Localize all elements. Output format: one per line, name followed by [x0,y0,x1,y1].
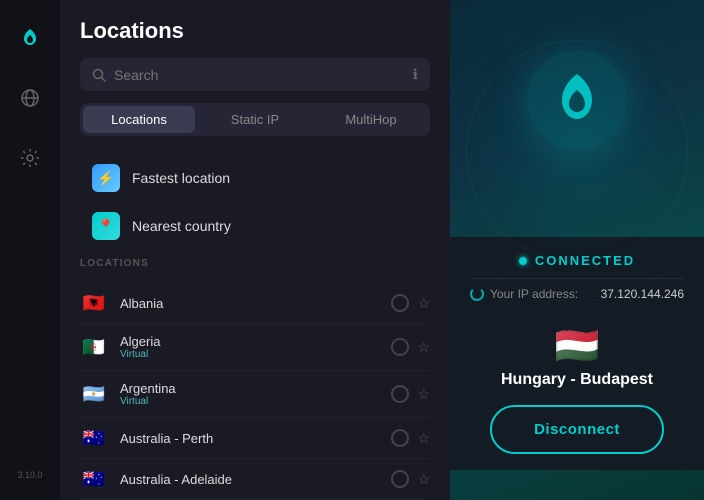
location-name: Argentina [120,381,379,396]
country-name: Hungary - Budapest [490,371,664,389]
fastest-location-icon: ⚡ [92,164,120,192]
country-flag-large: 🇭🇺 [490,325,664,367]
tab-static-ip[interactable]: Static IP [199,106,311,133]
location-list: 🇦🇱 Albania ☆ 🇩🇿 Algeria Virtual ☆ 🇦🇷 [60,283,450,500]
sidebar-icon-globe[interactable] [12,80,48,116]
select-radio[interactable] [391,385,409,403]
albania-flag: 🇦🇱 [80,293,108,313]
favorite-star[interactable]: ☆ [417,386,430,403]
nearest-country-item[interactable]: 📍 Nearest country [80,202,430,250]
australia-perth-flag: 🇦🇺 [80,428,108,448]
surfshark-logo-svg [552,70,602,130]
search-icon [92,68,106,82]
list-item[interactable]: 🇦🇱 Albania ☆ [80,283,430,324]
quick-connect-section: ⚡ Fastest location 📍 Nearest country [60,146,450,258]
algeria-flag: 🇩🇿 [80,337,108,357]
left-panel: Locations ℹ Locations Static IP MultiHop… [60,0,450,500]
list-item[interactable]: 🇦🇺 Australia - Adelaide ☆ [80,459,430,500]
refresh-icon[interactable] [470,287,484,301]
sidebar: 3.10.0 [0,0,60,500]
favorite-star[interactable]: ☆ [417,295,430,312]
ip-label: Your IP address: [470,287,578,301]
list-item[interactable]: 🇦🇷 Argentina Virtual ☆ [80,371,430,418]
locations-section-label: LOCATIONS [80,258,430,269]
panel-header: Locations ℹ Locations Static IP MultiHop [60,0,450,146]
tabs-bar: Locations Static IP MultiHop [80,103,430,136]
ip-row: Your IP address: 37.120.144.246 [470,278,684,309]
location-tag: Virtual [120,349,379,360]
location-name: Algeria [120,334,379,349]
location-tag: Virtual [120,396,379,407]
australia-adelaide-flag: 🇦🇺 [80,469,108,489]
select-radio[interactable] [391,470,409,488]
connected-location: 🇭🇺 Hungary - Budapest [470,309,684,405]
sidebar-icon-surfshark[interactable] [12,20,48,56]
favorite-star[interactable]: ☆ [417,471,430,488]
tab-multihop[interactable]: MultiHop [315,106,427,133]
tab-locations[interactable]: Locations [83,106,195,133]
list-item[interactable]: 🇦🇺 Australia - Perth ☆ [80,418,430,459]
connection-status: CONNECTED [470,253,684,268]
favorite-star[interactable]: ☆ [417,339,430,356]
right-panel: CONNECTED Your IP address: 37.120.144.24… [450,0,704,500]
app-version: 3.10.0 [17,470,42,480]
favorite-star[interactable]: ☆ [417,430,430,447]
connected-card: CONNECTED Your IP address: 37.120.144.24… [450,237,704,470]
info-icon[interactable]: ℹ [413,66,418,83]
list-item[interactable]: 🇩🇿 Algeria Virtual ☆ [80,324,430,371]
ip-value: 37.120.144.246 [601,287,684,301]
search-bar: ℹ [80,58,430,91]
location-name: Australia - Adelaide [120,472,379,487]
nearest-country-label: Nearest country [132,218,231,234]
logo-circle [527,50,627,150]
location-name: Australia - Perth [120,431,379,446]
locations-section-header: LOCATIONS [60,258,450,283]
disconnect-button[interactable]: Disconnect [490,405,664,454]
select-radio[interactable] [391,429,409,447]
search-input[interactable] [114,67,413,83]
nearest-country-icon: 📍 [92,212,120,240]
sidebar-icon-settings[interactable] [12,140,48,176]
select-radio[interactable] [391,294,409,312]
page-title: Locations [80,18,430,44]
location-name: Albania [120,296,379,311]
fastest-location-item[interactable]: ⚡ Fastest location [80,154,430,202]
argentina-flag: 🇦🇷 [80,384,108,404]
select-radio[interactable] [391,338,409,356]
fastest-location-label: Fastest location [132,170,230,186]
